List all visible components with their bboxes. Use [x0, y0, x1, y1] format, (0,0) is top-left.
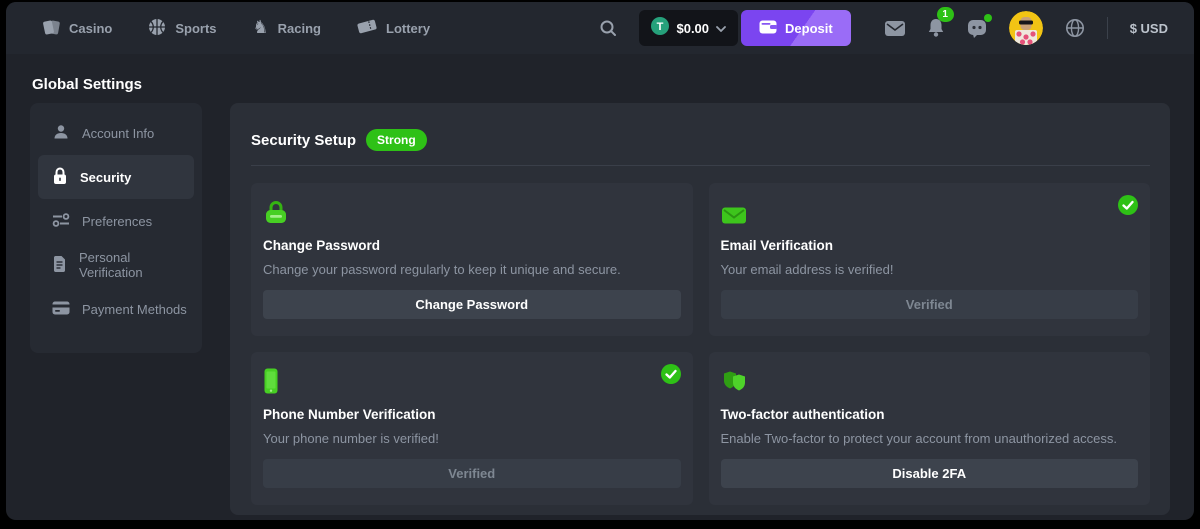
card-description: Your phone number is verified!: [263, 431, 681, 446]
credit-card-icon: [52, 301, 70, 318]
email-verified-button[interactable]: Verified: [721, 290, 1139, 319]
nav-item-casino[interactable]: Casino: [42, 18, 112, 39]
chat-icon[interactable]: [967, 18, 987, 38]
balance-selector[interactable]: T $0.00: [639, 10, 738, 46]
security-setup-panel: Security Setup Strong Change Password Ch…: [230, 103, 1170, 515]
svg-text:T: T: [657, 21, 664, 33]
nav-label: Racing: [278, 21, 321, 36]
search-icon[interactable]: [599, 19, 617, 37]
disable-2fa-button[interactable]: Disable 2FA: [721, 459, 1139, 488]
card-title: Email Verification: [721, 238, 1139, 253]
nav-label: Sports: [175, 21, 216, 36]
phone-verified-button[interactable]: Verified: [263, 459, 681, 488]
sidebar-item-security[interactable]: Security: [38, 155, 194, 199]
sidebar-item-personal-verification[interactable]: Personal Verification: [38, 243, 194, 287]
security-cards-grid: Change Password Change your password reg…: [230, 166, 1170, 505]
card-description: Your email address is verified!: [721, 262, 1139, 277]
chat-online-dot: [984, 14, 992, 22]
lock-icon: [52, 167, 68, 188]
page-title: Global Settings: [32, 76, 142, 93]
document-icon: [52, 255, 67, 276]
horse-icon: ♞: [253, 19, 269, 37]
sidebar-item-label: Personal Verification: [79, 250, 194, 280]
tether-icon: T: [651, 17, 669, 40]
deposit-label: Deposit: [785, 21, 833, 36]
check-circle-icon: [661, 364, 681, 389]
padlock-icon: [263, 199, 681, 225]
card-phone-verification: Phone Number Verification Your phone num…: [251, 352, 693, 505]
sidebar-item-label: Account Info: [82, 126, 154, 141]
check-circle-icon: [1118, 195, 1138, 220]
security-strength-badge: Strong: [366, 129, 427, 151]
primary-nav: Casino Sports ♞ Racing Lottery: [42, 18, 430, 39]
nav-item-sports[interactable]: Sports: [148, 18, 216, 39]
settings-sidebar: Account Info Security Preferences Person…: [30, 103, 202, 353]
change-password-button[interactable]: Change Password: [263, 290, 681, 319]
notifications-bell-icon[interactable]: 1: [927, 18, 945, 38]
sidebar-item-account-info[interactable]: Account Info: [38, 111, 194, 155]
smartphone-icon: [263, 368, 681, 394]
top-navigation-bar: Casino Sports ♞ Racing Lottery: [6, 2, 1194, 54]
card-title: Change Password: [263, 238, 681, 253]
deposit-button[interactable]: Deposit: [741, 10, 851, 46]
envelope-icon: [721, 199, 1139, 225]
sidebar-item-preferences[interactable]: Preferences: [38, 199, 194, 243]
card-description: Change your password regularly to keep i…: [263, 262, 681, 277]
wallet-icon: [759, 20, 777, 37]
card-email-verification: Email Verification Your email address is…: [709, 183, 1151, 336]
sidebar-item-label: Security: [80, 170, 131, 185]
globe-icon[interactable]: [1065, 18, 1085, 38]
panel-header: Security Setup Strong: [251, 129, 1150, 151]
ticket-icon: [357, 18, 377, 38]
sidebar-item-label: Preferences: [82, 214, 152, 229]
card-description: Enable Two-factor to protect your accoun…: [721, 431, 1139, 446]
balance-amount: $0.00: [676, 21, 709, 36]
sidebar-item-label: Payment Methods: [82, 302, 187, 317]
app-window: Casino Sports ♞ Racing Lottery: [6, 2, 1194, 520]
mail-icon[interactable]: [885, 21, 905, 36]
shields-icon: [721, 368, 1139, 394]
avatar[interactable]: [1009, 11, 1043, 45]
wallet-group: T $0.00 Deposit: [639, 10, 850, 46]
cards-icon: [42, 18, 60, 39]
sliders-icon: [52, 212, 70, 231]
topbar-right-cluster: T $0.00 Deposit: [599, 10, 1168, 46]
notification-count-badge: 1: [937, 7, 954, 22]
card-title: Phone Number Verification: [263, 407, 681, 422]
currency-selector[interactable]: $ USD: [1130, 21, 1168, 36]
card-title: Two-factor authentication: [721, 407, 1139, 422]
nav-label: Casino: [69, 21, 112, 36]
panel-title: Security Setup: [251, 132, 356, 149]
topbar-divider: [1107, 17, 1108, 39]
card-change-password: Change Password Change your password reg…: [251, 183, 693, 336]
sidebar-item-payment-methods[interactable]: Payment Methods: [38, 287, 194, 331]
nav-label: Lottery: [386, 21, 430, 36]
chevron-down-icon: [716, 19, 726, 37]
card-two-factor: Two-factor authentication Enable Two-fac…: [709, 352, 1151, 505]
nav-item-lottery[interactable]: Lottery: [357, 18, 430, 38]
user-icon: [52, 123, 70, 144]
nav-item-racing[interactable]: ♞ Racing: [253, 19, 321, 37]
basketball-icon: [148, 18, 166, 39]
